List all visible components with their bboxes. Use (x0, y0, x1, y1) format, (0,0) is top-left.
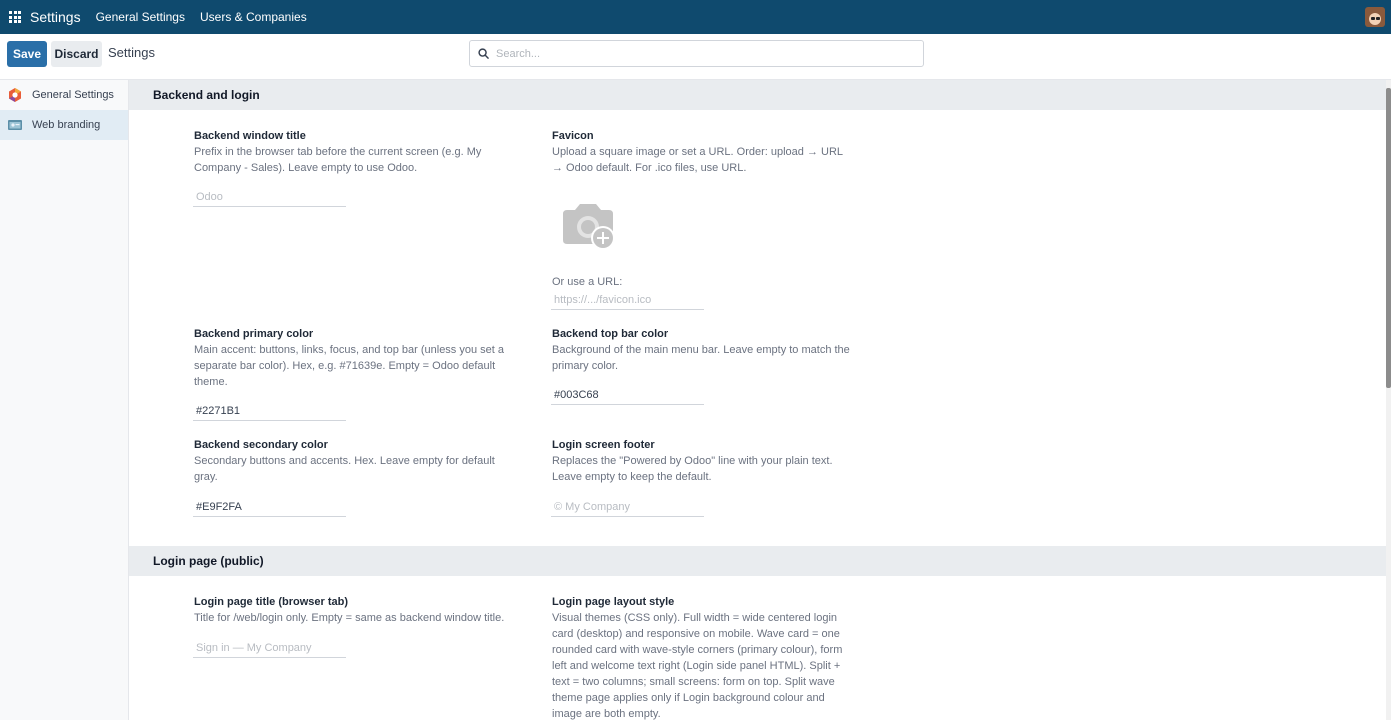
setting-title: Backend top bar color (552, 328, 669, 340)
discard-button[interactable]: Discard (51, 41, 102, 67)
section-heading-login-page: Login page (public) (129, 546, 1386, 576)
search-box[interactable] (469, 40, 924, 67)
favicon-url-input[interactable] (551, 290, 704, 310)
favicon-url-label: Or use a URL: (552, 276, 623, 288)
sidebar-item-label: Web branding (32, 119, 101, 131)
setting-backend-primary-color: Backend primary color Main accent: butto… (194, 326, 504, 390)
setting-title: Favicon (552, 130, 594, 142)
setting-title: Login screen footer (552, 439, 655, 451)
setting-description: Visual themes (CSS only). Full width = w… (552, 612, 843, 720)
page-title: Settings (108, 45, 155, 60)
setting-backend-secondary-color: Backend secondary color Secondary button… (194, 437, 504, 485)
setting-title: Login page layout style (552, 596, 675, 608)
settings-sidebar: General Settings Web branding (0, 80, 129, 720)
settings-app-icon (9, 88, 21, 102)
scrollbar-thumb[interactable] (1386, 88, 1391, 388)
settings-main: Backend and login Backend window title P… (129, 80, 1386, 720)
sidebar-item-web-branding[interactable]: Web branding (0, 110, 128, 140)
nav-brand-settings[interactable]: Settings (30, 9, 81, 25)
setting-login-page-title: Login page title (browser tab) Title for… (194, 594, 514, 626)
secondary-color-input[interactable] (193, 497, 346, 517)
primary-color-input[interactable] (193, 401, 346, 421)
camera-add-icon[interactable] (559, 200, 621, 256)
setting-description: Upload a square image or set a URL. Orde… (552, 146, 843, 174)
user-avatar[interactable] (1365, 7, 1385, 27)
sidebar-item-general-settings[interactable]: General Settings (0, 80, 128, 110)
setting-title: Backend primary color (194, 328, 314, 340)
setting-description: Secondary buttons and accents. Hex. Leav… (194, 455, 495, 483)
setting-title: Backend secondary color (194, 439, 328, 451)
setting-favicon: Favicon Upload a square image or set a U… (552, 128, 852, 176)
setting-description: Prefix in the browser tab before the cur… (194, 146, 482, 174)
setting-description: Replaces the "Powered by Odoo" line with… (552, 455, 833, 483)
nav-link-general-settings[interactable]: General Settings (96, 10, 185, 24)
web-branding-icon (8, 120, 22, 130)
save-button[interactable]: Save (7, 41, 47, 67)
setting-title: Login page title (browser tab) (194, 596, 349, 608)
top-navbar: Settings General Settings Users & Compan… (0, 0, 1391, 34)
section-heading-backend: Backend and login (129, 80, 1386, 110)
search-input[interactable] (496, 45, 916, 63)
setting-backend-window-title: Backend window title Prefix in the brows… (194, 128, 514, 176)
top-bar-color-input[interactable] (551, 385, 704, 405)
setting-description: Main accent: buttons, links, focus, and … (194, 344, 505, 388)
nav-link-users-companies[interactable]: Users & Companies (200, 10, 307, 24)
control-panel: Save Discard Settings (0, 34, 1391, 80)
setting-login-screen-footer: Login screen footer Replaces the "Powere… (552, 437, 857, 485)
login-page-title-input[interactable] (193, 638, 346, 658)
setting-title: Backend window title (194, 130, 306, 142)
backend-window-title-input[interactable] (193, 187, 346, 207)
search-icon (478, 48, 489, 59)
sidebar-item-label: General Settings (32, 89, 114, 101)
setting-login-layout-style: Login page layout style Visual themes (C… (552, 594, 857, 720)
setting-backend-top-bar-color: Backend top bar color Background of the … (552, 326, 852, 374)
login-footer-input[interactable] (551, 497, 704, 517)
setting-description: Title for /web/login only. Empty = same … (194, 612, 505, 624)
setting-description: Background of the main menu bar. Leave e… (552, 344, 850, 372)
apps-menu-icon[interactable] (0, 0, 30, 34)
page-scrollbar[interactable] (1386, 80, 1391, 720)
